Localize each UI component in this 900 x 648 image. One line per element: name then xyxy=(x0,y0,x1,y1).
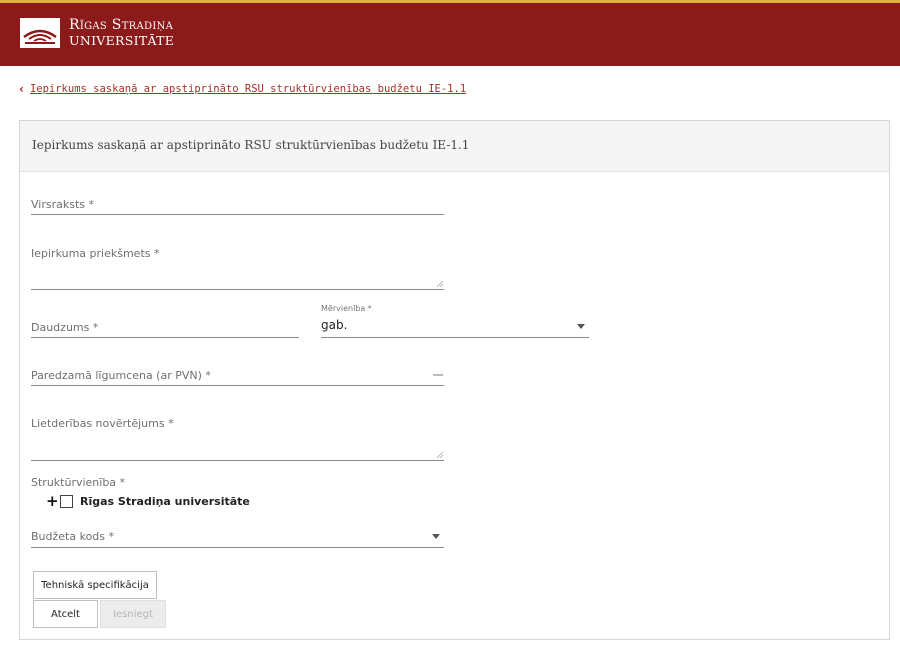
resize-handle-icon[interactable] xyxy=(437,452,443,458)
brand-name-line2: universitāte xyxy=(69,33,175,48)
cancel-button[interactable]: Atcelt xyxy=(33,600,98,628)
budzeta-kods-select[interactable]: Budžeta kods * xyxy=(31,527,444,548)
virsraksts-label: Virsraksts * xyxy=(31,198,94,211)
budzeta-kods-label: Budžeta kods * xyxy=(31,530,115,543)
submit-button[interactable]: Iesniegt xyxy=(100,600,166,628)
back-link[interactable]: ‹ Iepirkums saskaņā ar apstiprināto RSU … xyxy=(19,82,466,96)
strukturvieniba-label: Struktūrvienība * xyxy=(31,476,126,489)
tree-item-label[interactable]: Rīgas Stradiņa universitāte xyxy=(80,495,250,508)
resize-handle-icon[interactable] xyxy=(437,281,443,287)
ligumcena-label: Paredzamā līgumcena (ar PVN) * xyxy=(31,369,211,382)
ligumcena-field[interactable]: Paredzamā līgumcena (ar PVN) * xyxy=(31,365,444,386)
mervieniba-value: gab. xyxy=(321,318,348,332)
daudzums-field[interactable]: Daudzums * xyxy=(31,316,299,338)
top-header-bar: Rīgas Stradiņa universitāte xyxy=(0,0,900,66)
technical-spec-button[interactable]: Tehniskā specifikācija xyxy=(33,571,157,599)
virsraksts-field[interactable]: Virsraksts * xyxy=(31,195,444,215)
iepirkuma-prieksmets-label: Iepirkuma priekšmets * xyxy=(31,247,160,260)
strukturvieniba-tree-item: + Rīgas Stradiņa universitāte xyxy=(46,494,250,509)
lietderibas-novertejums-textarea[interactable]: Lietderības novērtējums * xyxy=(31,415,444,461)
rsu-emblem-icon xyxy=(20,18,60,48)
rsu-logo[interactable]: Rīgas Stradiņa universitāte xyxy=(20,18,174,48)
mervieniba-select[interactable]: Mērvienība * gab. xyxy=(321,304,589,338)
dropdown-arrow-icon xyxy=(432,534,440,539)
chevron-left-icon: ‹ xyxy=(19,82,24,96)
tree-item-checkbox[interactable] xyxy=(60,494,73,508)
lietderibas-novertejums-label: Lietderības novērtējums * xyxy=(31,417,174,430)
back-link-text[interactable]: Iepirkums saskaņā ar apstiprināto RSU st… xyxy=(30,83,466,95)
form-card-header: Iepirkums saskaņā ar apstiprināto RSU st… xyxy=(20,121,889,172)
mervieniba-label: Mērvienība * xyxy=(321,304,372,313)
number-spinner-icon[interactable] xyxy=(433,373,443,377)
daudzums-label: Daudzums * xyxy=(31,321,99,334)
form-title: Iepirkums saskaņā ar apstiprināto RSU st… xyxy=(32,138,470,152)
expand-plus-icon[interactable]: + xyxy=(46,494,59,509)
dropdown-arrow-icon xyxy=(577,324,585,329)
iepirkuma-prieksmets-textarea[interactable]: Iepirkuma priekšmets * xyxy=(31,245,444,290)
brand-name-line1: Rīgas Stradiņa xyxy=(69,17,174,33)
